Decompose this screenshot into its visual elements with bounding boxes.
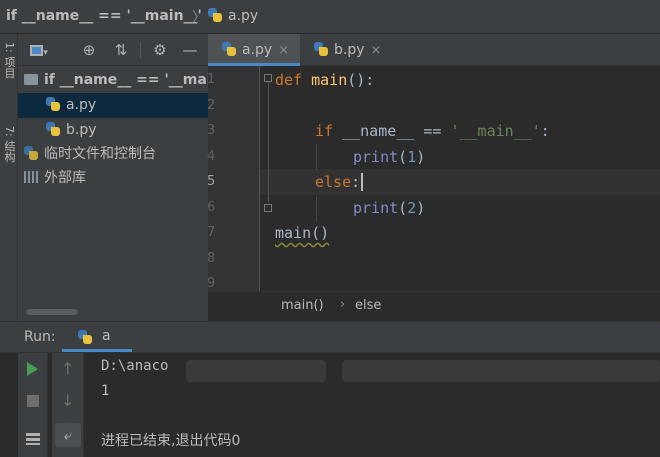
run-toolbar-primary: [18, 353, 48, 457]
console-line: 1: [101, 383, 110, 399]
run-panel-header: Run: a: [0, 321, 660, 353]
text-caret: [361, 173, 363, 191]
indent-guide: [316, 196, 317, 222]
code-editor[interactable]: def main(): if __name__ == '__main__': p…: [260, 66, 660, 291]
code-line-3: if __name__ == '__main__':: [315, 122, 550, 140]
arrow-down-icon[interactable]: ↓: [61, 391, 74, 410]
project-view-dropdown[interactable]: ▾: [27, 41, 51, 59]
redacted-region: [186, 360, 326, 382]
line-number: 4: [207, 149, 216, 164]
fold-guide: [268, 82, 269, 202]
run-toolbar-secondary: ↑ ↓ ⤶: [52, 353, 84, 457]
line-number: 3: [207, 123, 216, 138]
folder-icon: [24, 74, 38, 85]
stop-icon[interactable]: [27, 395, 39, 407]
line-number: 6: [207, 200, 216, 215]
tree-item-scratches[interactable]: 临时文件和控制台: [18, 142, 214, 167]
close-icon[interactable]: ×: [371, 43, 382, 58]
tree-item-external-libraries[interactable]: 外部库: [18, 166, 214, 191]
console-line: 进程已结束,退出代码0: [101, 433, 241, 449]
chevron-right-icon: 〉: [192, 10, 206, 26]
chevron-right-icon: ›: [340, 297, 346, 312]
code-line-7: main(): [275, 224, 330, 242]
scratches-icon: [24, 146, 38, 160]
editor-breadcrumbs: main() › else: [208, 291, 660, 321]
tab-b-py[interactable]: b.py ×: [306, 34, 398, 66]
fold-marker-icon[interactable]: [264, 204, 272, 212]
libraries-icon: [24, 171, 38, 183]
project-tool-window-button[interactable]: 1: 项目: [1, 42, 17, 78]
python-file-icon: [78, 330, 92, 344]
crumb-else[interactable]: else: [355, 298, 381, 313]
rerun-icon[interactable]: [27, 362, 38, 376]
line-number: 7: [207, 225, 216, 240]
run-tab-a[interactable]: a: [62, 322, 132, 352]
soft-wrap-icon[interactable]: ⤶: [55, 423, 81, 447]
code-line-1: def main():: [275, 71, 375, 89]
hide-panel-icon[interactable]: —: [181, 41, 199, 59]
breadcrumb-project[interactable]: if __name__ == '__main__': [6, 8, 202, 24]
run-title: Run:: [24, 329, 56, 345]
code-line-4: print(1): [353, 148, 426, 166]
editor-gutter: 1 2 3 4 5 6 7 8 9: [207, 66, 260, 291]
code-line-6: print(2): [353, 199, 426, 217]
python-file-icon: [46, 97, 60, 111]
line-number: 8: [207, 251, 216, 266]
left-tool-strip: 1: 项目 7: 结构: [0, 34, 18, 321]
editor-tabs: a.py × b.py ×: [208, 34, 660, 66]
gear-icon[interactable]: ⚙: [151, 41, 169, 59]
line-number: 2: [207, 98, 216, 113]
collapse-all-icon[interactable]: ⇅: [112, 41, 130, 59]
python-file-icon: [222, 42, 236, 56]
navigation-bar: if __name__ == '__main__' 〉 a.py: [0, 0, 660, 34]
crumb-main[interactable]: main(): [281, 298, 324, 313]
layout-icon[interactable]: [26, 433, 40, 445]
line-number: 5: [207, 174, 216, 189]
breadcrumb-file[interactable]: a.py: [208, 8, 258, 24]
close-icon[interactable]: ×: [278, 43, 289, 58]
toolbar-divider: [140, 42, 141, 58]
redacted-region: [342, 360, 660, 382]
python-file-icon: [314, 42, 328, 56]
code-line-5: else:: [315, 173, 361, 191]
fold-marker-icon[interactable]: [264, 74, 272, 82]
tree-item-project-root[interactable]: if __name__ == '__main__': [18, 68, 240, 93]
arrow-up-icon[interactable]: ↑: [61, 359, 74, 378]
indent-guide: [316, 144, 317, 170]
python-file-icon: [208, 8, 222, 22]
console-line: D:\anaco: [101, 358, 169, 374]
structure-tool-window-button[interactable]: 7: 结构: [1, 126, 17, 162]
locate-file-icon[interactable]: ⊕: [80, 41, 98, 59]
horizontal-scrollbar[interactable]: [26, 309, 78, 315]
project-panel: ▾ ⊕ ⇅ ⚙ — if __name__ == '__main__' a.py…: [18, 34, 240, 321]
python-file-icon: [46, 122, 60, 136]
line-number: 1: [207, 72, 216, 87]
tab-a-py[interactable]: a.py ×: [208, 34, 300, 66]
project-toolbar: ▾ ⊕ ⇅ ⚙ —: [18, 34, 208, 66]
